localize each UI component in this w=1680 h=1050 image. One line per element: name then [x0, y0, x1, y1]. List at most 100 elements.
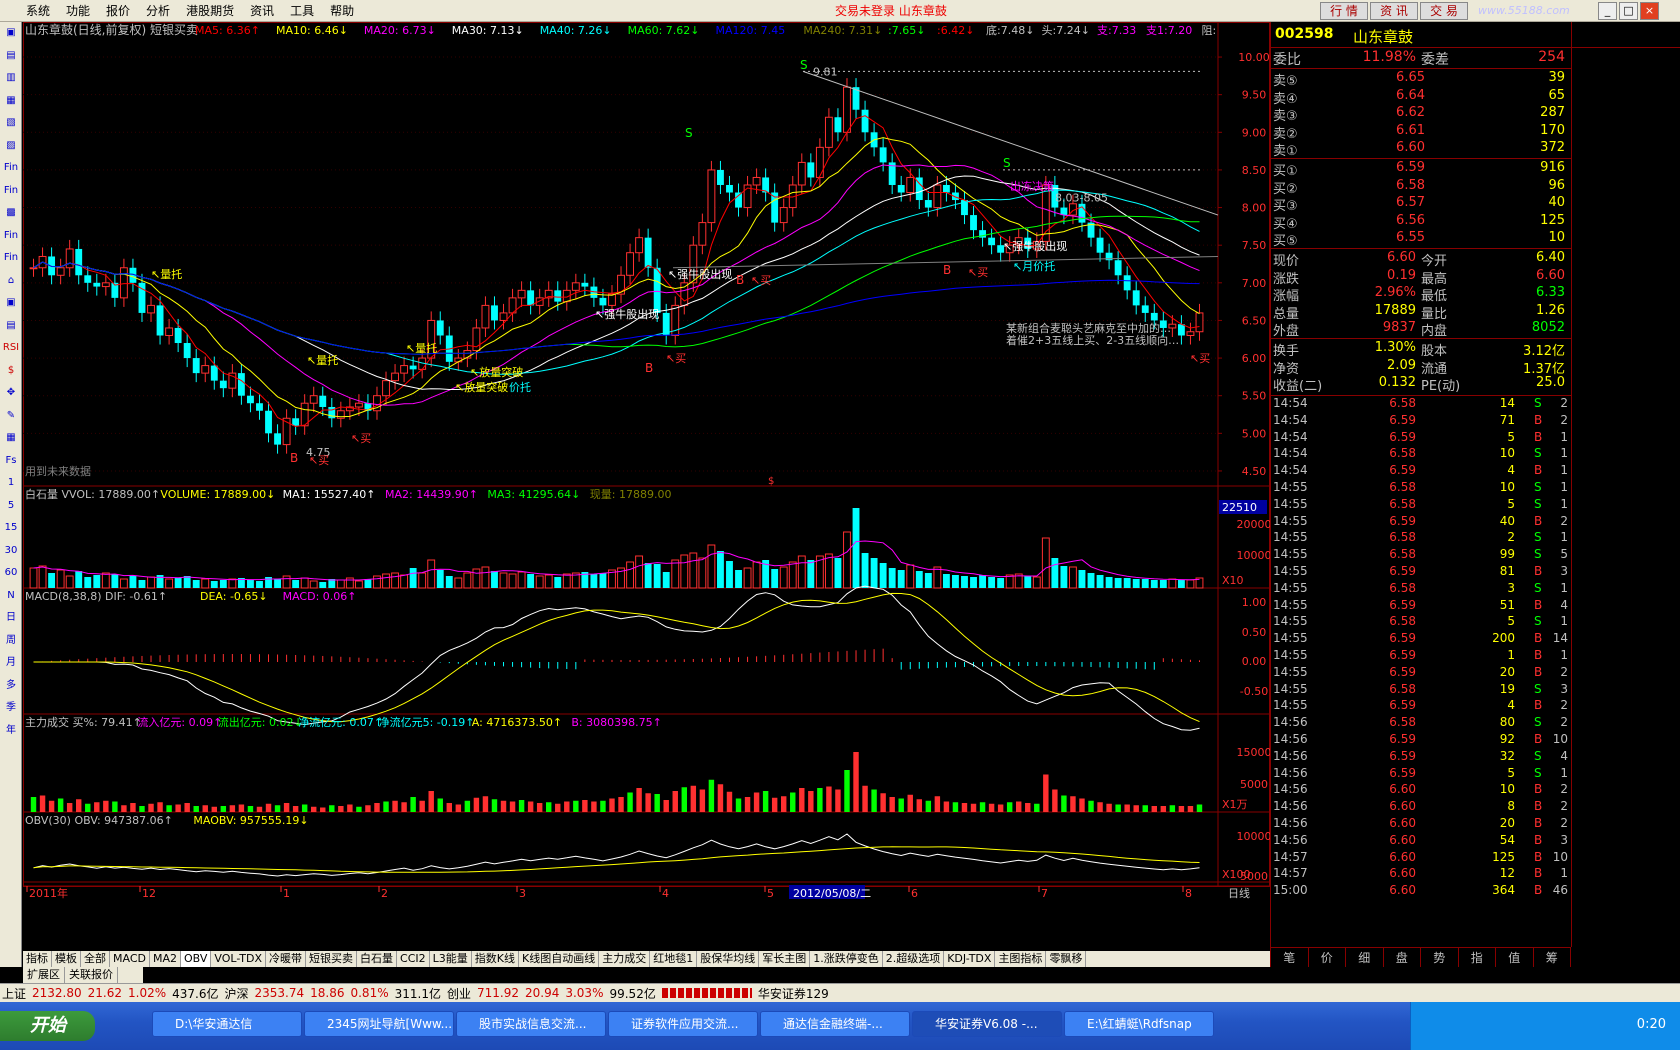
sidebar-tool-12[interactable]: ▣	[0, 292, 22, 315]
sidebar-tool-3[interactable]: ▦	[0, 90, 22, 113]
ma-legend: MA5: 6.36↑	[195, 24, 260, 37]
chart-area[interactable]: 山东章鼓(日线,前复权) 短银买卖 MA5: 6.36↑ MA10: 6.46↓ MA…	[23, 22, 1272, 951]
sidebar-tool-29[interactable]: 多	[0, 675, 22, 698]
quote-tab-0[interactable]: 笔	[1271, 948, 1309, 967]
tick-time: 14:55	[1273, 648, 1308, 662]
sidebar-tool-22[interactable]: 15	[0, 517, 22, 540]
sidebar-tool-6[interactable]: Fin	[0, 157, 22, 180]
sidebar-tool-26[interactable]: 日	[0, 607, 22, 630]
quote-tab-6[interactable]: 值	[1496, 948, 1534, 967]
sidebar-tool-11[interactable]: ⌂	[0, 270, 22, 293]
indicator-tab-12[interactable]: 指数K线	[472, 951, 519, 967]
indicator-tab-22[interactable]: 零飘移	[1046, 951, 1087, 967]
indicator-tab-19[interactable]: 2.超级选项	[883, 951, 945, 967]
indicator-tab-4[interactable]: MA2	[150, 951, 181, 967]
indicator-tab-2[interactable]: 全部	[81, 951, 110, 967]
indicator-tab-14[interactable]: 主力成交	[599, 951, 651, 967]
minimize-icon[interactable]: _	[1598, 2, 1617, 20]
sidebar-tool-19[interactable]: Fs	[0, 450, 22, 473]
kline-chart[interactable]: 山东章鼓(日线,前复权) 短银买卖MA5: 6.36↑ MA10: 6.46↓ MA…	[23, 22, 1272, 951]
indicator-tab-1[interactable]: 模板	[52, 951, 81, 967]
sidebar-tool-2[interactable]: ▥	[0, 67, 22, 90]
sidebar-tool-0[interactable]: ▣	[0, 22, 22, 45]
menu-item-1[interactable]: 功能	[58, 0, 98, 22]
menu-item-0[interactable]: 系统	[18, 0, 58, 22]
sell-volume: 170	[1540, 122, 1565, 138]
sidebar-tool-25[interactable]: N	[0, 585, 22, 608]
indicator-tab-18[interactable]: 1.涨跌停变色	[810, 951, 883, 967]
quote-tab-1[interactable]: 价	[1309, 948, 1346, 967]
sidebar-tool-10[interactable]: Fin	[0, 247, 22, 270]
menu-item-6[interactable]: 工具	[282, 0, 322, 22]
sidebar-tool-20[interactable]: 1	[0, 472, 22, 495]
sidebar-tool-16[interactable]: ✥	[0, 382, 22, 405]
sidebar-tool-23[interactable]: 30	[0, 540, 22, 563]
taskbar-item-4[interactable]: 通达信金融终端-...	[760, 1011, 910, 1037]
start-button[interactable]: 开始	[0, 1011, 95, 1041]
quote-tab-5[interactable]: 指	[1459, 948, 1496, 967]
indicator-tab-21[interactable]: 主图指标	[995, 951, 1047, 967]
indicator-tab-6[interactable]: VOL-TDX	[211, 951, 267, 967]
tick-count: 2	[1560, 698, 1568, 713]
sidebar-tool-27[interactable]: 周	[0, 630, 22, 653]
quote-tab-3[interactable]: 盘	[1384, 948, 1421, 967]
quote-tab-4[interactable]: 势	[1421, 948, 1459, 967]
indicator-tab-16[interactable]: 股保华均线	[697, 951, 760, 967]
maximize-icon[interactable]: □	[1619, 2, 1638, 20]
sidebar-tool-4[interactable]: ▧	[0, 112, 22, 135]
indicator-tab-11[interactable]: L3能量	[430, 951, 472, 967]
ext-tab-1[interactable]: 关联报价	[65, 967, 118, 983]
sidebar-tool-7[interactable]: Fin	[0, 180, 22, 203]
indicator-tab-3[interactable]: MACD	[110, 951, 150, 967]
menu-item-5[interactable]: 资讯	[242, 0, 282, 22]
indicator-tab-15[interactable]: 红地毯1	[650, 951, 698, 967]
menu-item-3[interactable]: 分析	[138, 0, 178, 22]
indicator-tab-5[interactable]: OBV	[181, 951, 212, 967]
sidebar-tool-5[interactable]: ▨	[0, 135, 22, 158]
ext-tab-0[interactable]: 扩展区	[23, 967, 65, 983]
menu-item-7[interactable]: 帮助	[322, 0, 362, 22]
news-button[interactable]: 资 讯	[1370, 2, 1418, 20]
taskbar-item-0[interactable]: D:\华安通达信	[152, 1011, 302, 1037]
sidebar-tool-13[interactable]: ▤	[0, 315, 22, 338]
quote-button[interactable]: 行 情	[1320, 2, 1368, 20]
sidebar-tool-28[interactable]: 月	[0, 652, 22, 675]
indicator-tab-10[interactable]: CCI2	[397, 951, 430, 967]
sidebar-tool-8[interactable]: ▩	[0, 202, 22, 225]
volume-bar	[418, 572, 427, 589]
indicator-tab-9[interactable]: 白石量	[357, 951, 398, 967]
weicha-label: 委差	[1421, 52, 1449, 68]
indicator-tab-20[interactable]: KDJ-TDX	[944, 951, 996, 967]
menu-item-4[interactable]: 港股期货	[178, 0, 242, 22]
sidebar-tool-15[interactable]: $	[0, 360, 22, 383]
menu-item-2[interactable]: 报价	[98, 0, 138, 22]
sidebar-tool-21[interactable]: 5	[0, 495, 22, 518]
sidebar-tool-9[interactable]: Fin	[0, 225, 22, 248]
taskbar-item-3[interactable]: 证券软件应用交流...	[608, 1011, 758, 1037]
sidebar-tool-17[interactable]: ✎	[0, 405, 22, 428]
flow-bar	[753, 792, 760, 812]
indicator-tab-8[interactable]: 短银买卖	[306, 951, 358, 967]
sidebar-tool-31[interactable]: 年	[0, 720, 22, 743]
trade-button[interactable]: 交 易	[1420, 2, 1468, 20]
quote-tab-7[interactable]: 筹	[1534, 948, 1571, 967]
quote-tab-2[interactable]: 细	[1346, 948, 1384, 967]
sidebar-tool-18[interactable]: ▦	[0, 427, 22, 450]
sidebar-tool-24[interactable]: 60	[0, 562, 22, 585]
volume-bar	[400, 574, 409, 589]
taskbar-item-2[interactable]: 股市实战信息交流...	[456, 1011, 606, 1037]
indicator-tab-7[interactable]: 冷暖带	[266, 951, 307, 967]
hs-change: 18.86	[310, 986, 345, 1000]
taskbar-item-6[interactable]: E:\红蜻蜓\Rdfsnap	[1064, 1011, 1214, 1037]
indicator-tab-17[interactable]: 军长主图	[759, 951, 811, 967]
sidebar-tool-30[interactable]: 季	[0, 697, 22, 720]
close-icon[interactable]: ×	[1640, 2, 1659, 20]
indicator-tab-13[interactable]: K线图自动画线	[519, 951, 600, 967]
tick-price: 6.58	[1389, 681, 1416, 696]
sidebar-tool-1[interactable]: ▤	[0, 45, 22, 68]
taskbar-item-1[interactable]: 2345网址导航[Www...	[304, 1011, 454, 1037]
indicator-tab-0[interactable]: 指标	[23, 951, 52, 967]
flow-bar	[916, 799, 922, 812]
sidebar-tool-14[interactable]: RSI	[0, 337, 22, 360]
taskbar-item-5[interactable]: 华安证券V6.08 -...	[912, 1011, 1062, 1037]
